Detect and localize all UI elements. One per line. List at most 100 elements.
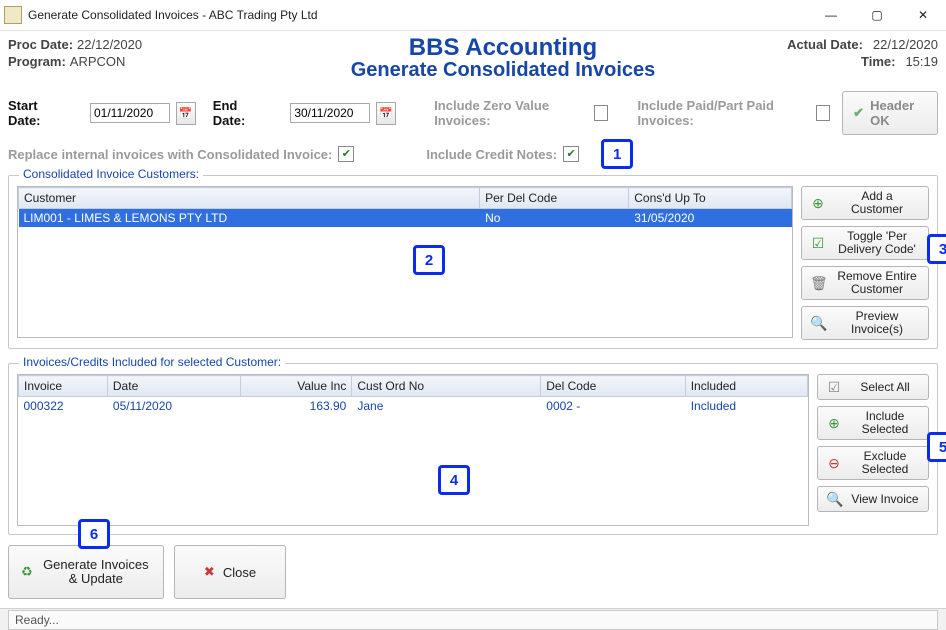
- actual-date-label: Actual Date:: [787, 37, 863, 52]
- status-bar: Ready...: [0, 608, 946, 630]
- include-credit-checkbox[interactable]: [563, 146, 579, 162]
- program-label: Program:: [8, 54, 66, 69]
- start-date-label: Start Date:: [8, 98, 66, 128]
- proc-date-label: Proc Date:: [8, 37, 73, 52]
- customers-group: Consolidated Invoice Customers: Customer…: [8, 175, 938, 349]
- time-label: Time:: [861, 54, 895, 69]
- preview-invoices-button[interactable]: 🔍 Preview Invoice(s): [801, 306, 929, 340]
- maximize-button[interactable]: ▢: [854, 0, 900, 30]
- customers-group-title: Consolidated Invoice Customers:: [19, 167, 203, 181]
- include-paid-label: Include Paid/Part Paid Invoices:: [637, 98, 809, 128]
- close-icon: ✖: [204, 564, 215, 580]
- replace-internal-label: Replace internal invoices with Consolida…: [8, 147, 332, 162]
- status-text: Ready...: [15, 613, 59, 627]
- check-icon: ✔: [853, 105, 864, 121]
- toggle-delivery-code-label: Toggle 'Per Delivery Code': [834, 230, 920, 256]
- remove-customer-label: Remove Entire Customer: [834, 270, 920, 296]
- page-title: Generate Consolidated Invoices: [268, 60, 738, 81]
- include-zero-label: Include Zero Value Invoices:: [434, 98, 587, 128]
- header-ok-button[interactable]: ✔ Header OK: [842, 91, 938, 135]
- checkbox-icon: ☑: [826, 379, 842, 396]
- include-selected-button[interactable]: ⊕ Include Selected: [817, 406, 929, 440]
- callout-6: 6: [78, 519, 110, 549]
- actual-date-value: 22/12/2020: [873, 37, 938, 52]
- invoices-col-custord[interactable]: Cust Ord No: [352, 376, 541, 397]
- callout-3: 3: [927, 234, 946, 264]
- cell-custord: Jane: [352, 397, 541, 416]
- include-selected-label: Include Selected: [850, 410, 920, 436]
- plus-circle-icon: ⊕: [810, 195, 826, 212]
- cell-customer: LIM001 - LIMES & LEMONS PTY LTD: [19, 209, 480, 228]
- callout-4: 4: [438, 465, 470, 495]
- customers-col-perdel[interactable]: Per Del Code: [480, 188, 629, 209]
- generate-invoices-button[interactable]: ♻ Generate Invoices & Update: [8, 545, 164, 599]
- app-icon: [4, 6, 22, 24]
- window-body: Proc Date: 22/12/2020 Program: ARPCON BB…: [0, 31, 946, 608]
- callout-2: 2: [413, 245, 445, 275]
- include-paid-checkbox[interactable]: [816, 105, 830, 121]
- cell-consd: 31/05/2020: [629, 209, 792, 228]
- table-row[interactable]: LIM001 - LIMES & LEMONS PTY LTD No 31/05…: [19, 209, 792, 228]
- replace-internal-checkbox[interactable]: [338, 146, 354, 162]
- select-all-label: Select All: [850, 381, 920, 394]
- header-ok-label: Header OK: [870, 98, 927, 128]
- trash-icon: 🗑: [810, 275, 826, 292]
- preview-invoices-label: Preview Invoice(s): [834, 310, 920, 336]
- invoices-col-delcode[interactable]: Del Code: [541, 376, 685, 397]
- invoices-col-date[interactable]: Date: [107, 376, 240, 397]
- app-title: BBS Accounting: [268, 35, 738, 60]
- cell-value: 163.90: [241, 397, 352, 416]
- minus-circle-icon: ⊖: [826, 455, 842, 472]
- add-customer-button[interactable]: ⊕ Add a Customer: [801, 186, 929, 220]
- cell-invoice: 000322: [19, 397, 108, 416]
- magnifier-icon: 🔍: [810, 315, 826, 332]
- view-invoice-label: View Invoice: [850, 493, 920, 506]
- end-date-label: End Date:: [213, 98, 266, 128]
- status-text-container: Ready...: [8, 610, 938, 630]
- close-window-button[interactable]: ✕: [900, 0, 946, 30]
- invoices-col-value[interactable]: Value Inc: [241, 376, 352, 397]
- customers-table[interactable]: Customer Per Del Code Cons'd Up To LIM00…: [18, 187, 792, 227]
- magnifier-icon: 🔍: [826, 491, 842, 508]
- table-row[interactable]: 000322 05/11/2020 163.90 Jane 0002 - Inc…: [19, 397, 808, 416]
- start-date-input[interactable]: [90, 103, 170, 123]
- end-date-calendar-button[interactable]: 📅: [376, 102, 396, 125]
- exclude-selected-label: Exclude Selected: [850, 450, 920, 476]
- add-customer-label: Add a Customer: [834, 190, 920, 216]
- checkbox-icon: ☑: [810, 235, 826, 252]
- generate-invoices-label: Generate Invoices & Update: [41, 558, 151, 587]
- toggle-delivery-code-button[interactable]: ☑ Toggle 'Per Delivery Code': [801, 226, 929, 260]
- exclude-selected-button[interactable]: ⊖ Exclude Selected: [817, 446, 929, 480]
- minimize-button[interactable]: —: [808, 0, 854, 30]
- remove-customer-button[interactable]: 🗑 Remove Entire Customer: [801, 266, 929, 300]
- window-title: Generate Consolidated Invoices - ABC Tra…: [28, 8, 808, 22]
- invoices-col-invoice[interactable]: Invoice: [19, 376, 108, 397]
- refresh-icon: ♻: [21, 564, 33, 580]
- customers-col-customer[interactable]: Customer: [19, 188, 480, 209]
- close-label: Close: [223, 565, 256, 580]
- view-invoice-button[interactable]: 🔍 View Invoice: [817, 486, 929, 512]
- time-value: 15:19: [905, 54, 938, 69]
- invoices-group: Invoices/Credits Included for selected C…: [8, 363, 938, 535]
- callout-1: 1: [601, 139, 633, 169]
- plus-circle-icon: ⊕: [826, 415, 842, 432]
- start-date-calendar-button[interactable]: 📅: [176, 102, 196, 125]
- cell-date: 05/11/2020: [107, 397, 240, 416]
- select-all-button[interactable]: ☑ Select All: [817, 374, 929, 400]
- invoices-group-title: Invoices/Credits Included for selected C…: [19, 355, 285, 369]
- callout-5: 5: [927, 432, 946, 462]
- title-bar: Generate Consolidated Invoices - ABC Tra…: [0, 0, 946, 31]
- cell-delcode: 0002 -: [541, 397, 685, 416]
- include-credit-label: Include Credit Notes:: [426, 147, 557, 162]
- invoices-col-included[interactable]: Included: [685, 376, 807, 397]
- proc-date-value: 22/12/2020: [77, 37, 142, 52]
- program-value: ARPCON: [70, 54, 126, 69]
- close-button[interactable]: ✖ Close: [174, 545, 286, 599]
- cell-perdel: No: [480, 209, 629, 228]
- cell-included: Included: [685, 397, 807, 416]
- window-controls: — ▢ ✕: [808, 0, 946, 30]
- invoices-table[interactable]: Invoice Date Value Inc Cust Ord No Del C…: [18, 375, 808, 415]
- include-zero-checkbox[interactable]: [594, 105, 608, 121]
- end-date-input[interactable]: [290, 103, 370, 123]
- customers-col-consd[interactable]: Cons'd Up To: [629, 188, 792, 209]
